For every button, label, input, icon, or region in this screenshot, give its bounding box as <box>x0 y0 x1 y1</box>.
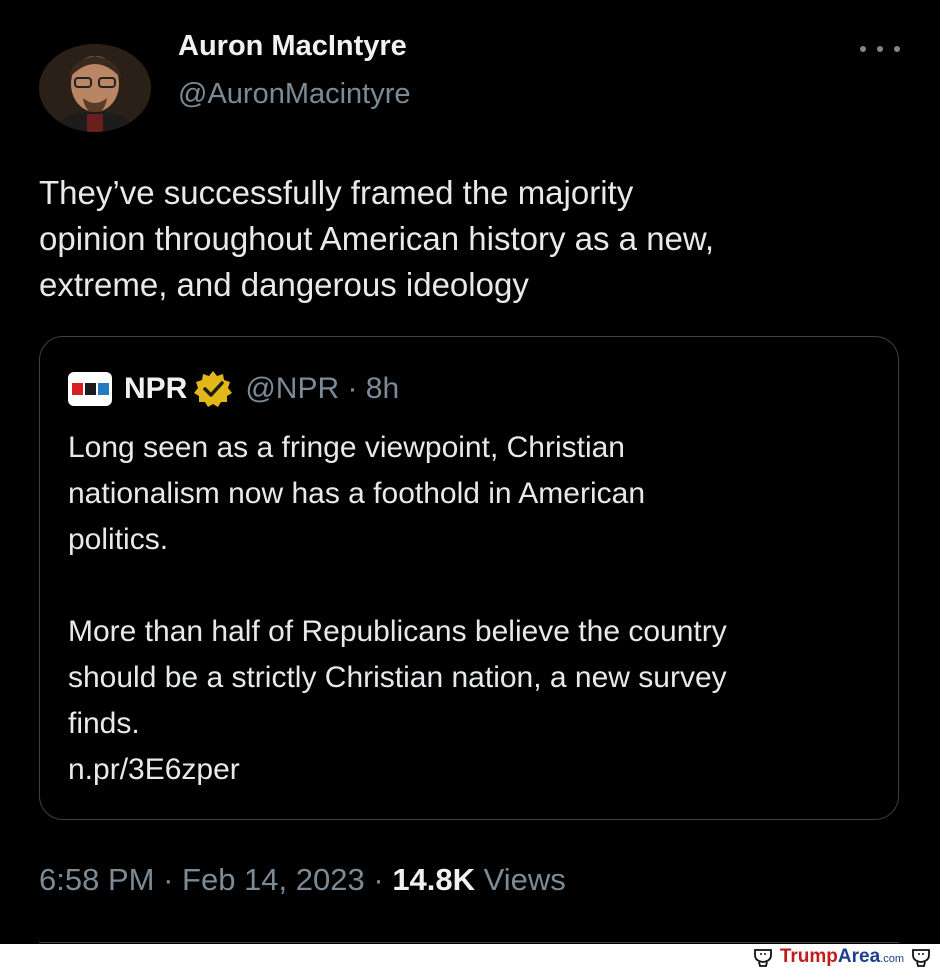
toilet-icon <box>753 949 772 967</box>
avatar-photo <box>39 44 151 132</box>
npr-logo-block-p <box>84 383 96 395</box>
tweet-time[interactable]: 6:58 PM <box>39 862 154 897</box>
quoted-author-name[interactable]: NPR <box>124 372 187 406</box>
watermark-part-com: .com <box>880 953 904 965</box>
views-label: Views <box>483 862 566 897</box>
quoted-tweet-header: NPR @NPR · 8h <box>68 367 399 411</box>
tweet-meta-row: 6:58 PM · Feb 14, 2023 · 14.8K Views <box>39 862 566 898</box>
more-dot <box>877 46 883 52</box>
quoted-handle-time: @NPR · 8h <box>245 372 400 405</box>
avatar[interactable] <box>39 44 151 132</box>
meta-separator: · <box>163 862 174 897</box>
views-count[interactable]: 14.8K <box>392 862 475 897</box>
verified-badge-icon <box>194 371 233 407</box>
tweet-text: They’ve successfully framed the majority… <box>39 174 715 303</box>
divider <box>39 942 899 943</box>
watermark-text: TrumpArea.com <box>780 946 904 968</box>
more-dot <box>860 46 866 52</box>
watermark-bar: TrumpArea.com <box>0 944 940 971</box>
quoted-tweet-text: Long seen as a fringe viewpoint, Christi… <box>68 431 727 786</box>
watermark-part-trump: Trump <box>779 946 838 967</box>
watermark-part-area: Area <box>837 946 881 967</box>
npr-logo-block-n <box>71 383 83 395</box>
meta-separator: · <box>373 862 384 897</box>
more-horizontal-icon[interactable] <box>860 36 900 62</box>
watermark: TrumpArea.com <box>752 946 932 968</box>
more-dot <box>894 46 900 52</box>
toilet-icon <box>912 949 930 967</box>
quoted-tweet-card[interactable]: NPR @NPR · 8h Long seen as a fringe view… <box>39 336 899 820</box>
author-handle[interactable]: @AuronMacintyre <box>178 78 411 111</box>
tweet-date[interactable]: Feb 14, 2023 <box>182 862 365 897</box>
npr-logo-block-r <box>97 383 109 395</box>
author-name[interactable]: Auron MacIntyre <box>178 30 407 63</box>
npr-logo-icon[interactable] <box>68 372 112 406</box>
